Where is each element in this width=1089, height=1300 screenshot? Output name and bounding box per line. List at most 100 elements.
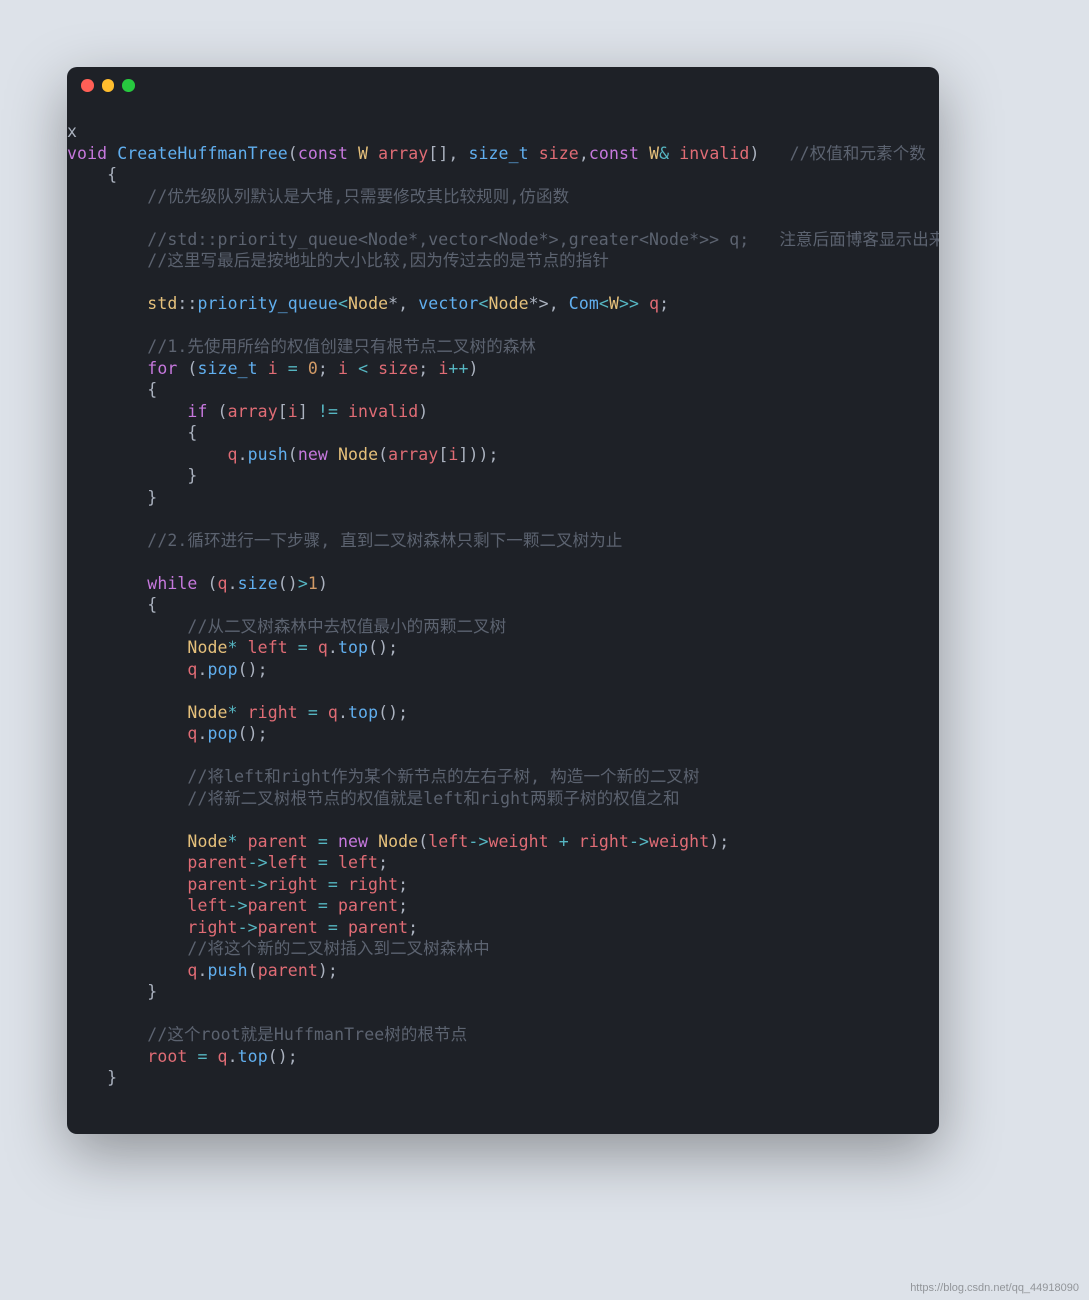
var: left [338,853,378,872]
op: -> [629,832,649,851]
punct: ( [207,402,227,421]
punct: . [238,445,248,464]
type: Node [187,638,227,657]
var: left [428,832,468,851]
var: left [268,853,308,872]
keyword: if [187,402,207,421]
op: >> [619,294,639,313]
type: size_t [197,359,257,378]
comment: //权值和元素个数 [760,144,926,163]
function-name: pop [208,660,238,679]
var: array [228,402,278,421]
punct: ; [408,918,418,937]
type: Node [489,294,529,313]
punct: (); [238,724,268,743]
punct: ( [248,961,258,980]
type: Node [368,832,418,851]
keyword: const [589,144,639,163]
function-name: push [208,961,248,980]
var: q [187,660,197,679]
op: = [187,1047,217,1066]
punct: ; [378,853,388,872]
op: = [308,853,338,872]
punct: ( [418,832,428,851]
comment: //将这个新的二叉树插入到二叉树森林中 [187,939,489,958]
maximize-icon[interactable] [122,79,135,92]
watermark: https://blog.csdn.net/qq_44918090 [910,1282,1079,1294]
punct: ; [398,896,408,915]
punct: { [147,595,157,614]
op: < [348,359,378,378]
op: < [478,294,488,313]
number: 1 [308,574,318,593]
page-canvas: x void CreateHuffmanTree ( const W array []… [0,0,1089,1300]
keyword: new [298,445,328,464]
comment: //将新二叉树根节点的权值就是left和right两颗子树的权值之和 [187,789,679,808]
punct: ) [468,359,478,378]
minimize-icon[interactable] [102,79,115,92]
punct: (); [238,660,268,679]
punct: ; [318,359,338,378]
number: 0 [308,359,318,378]
comment: //这里写最后是按地址的大小比较,因为传过去的是节点的指针 [147,251,609,270]
var: q [218,574,228,593]
comment: //将left和right作为某个新节点的左右子树, 构造一个新的二叉树 [187,767,699,786]
comment: //从二叉树森林中去权值最小的两颗二叉树 [187,617,506,636]
type: Node [187,832,227,851]
var: parent [348,918,408,937]
op: + [549,832,579,851]
var: q [187,724,197,743]
punct: (); [378,703,408,722]
var: parent [187,853,247,872]
punct: ( [177,359,197,378]
var: i [258,359,278,378]
punct: ] [298,402,318,421]
op: < [338,294,348,313]
punct: ( [197,574,217,593]
punct: () [278,574,298,593]
op: * [228,703,248,722]
var: weight [649,832,709,851]
op: -> [468,832,488,851]
var: q [639,294,659,313]
function-name: top [338,638,368,657]
type: W [609,294,619,313]
op: * [228,832,248,851]
var: q [318,638,328,657]
type: Node [187,703,227,722]
keyword: while [147,574,197,593]
var: parent [258,961,318,980]
function-name: CreateHuffmanTree [117,144,288,163]
var: invalid [679,144,749,163]
punct: [ [438,445,448,464]
var: size [539,144,579,163]
code-line: x [67,122,77,141]
code-window: x void CreateHuffmanTree ( const W array []… [67,67,939,1134]
function-name: top [238,1047,268,1066]
punct: { [187,423,197,442]
type: W [649,144,659,163]
punct: *, [388,294,418,313]
punct: ( [288,445,298,464]
punct: . [328,638,338,657]
op: = [318,875,348,894]
function-name: pop [208,724,238,743]
punct: [], [428,144,468,163]
keyword: new [338,832,368,851]
op: -> [238,918,258,937]
type: size_t [468,144,528,163]
op: = [308,832,338,851]
punct: . [228,574,238,593]
keyword: void [67,144,107,163]
punct: { [107,165,117,184]
punct: } [107,1068,117,1087]
punct: ) [418,402,428,421]
op: & [659,144,669,163]
punct: { [147,380,157,399]
punct: *>, [529,294,569,313]
type: vector [418,294,478,313]
var: q [187,961,197,980]
close-icon[interactable] [81,79,94,92]
punct: ; [418,359,438,378]
var: parent [248,832,308,851]
